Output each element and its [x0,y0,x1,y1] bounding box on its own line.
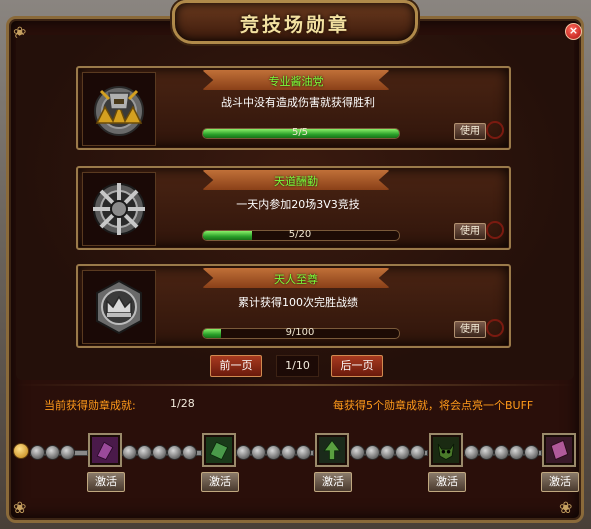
swirl-ornament-icon [486,121,504,139]
close-button[interactable]: × [565,23,582,40]
green-arrow-icon [319,437,345,463]
medal-name: 专业酱油党 [268,75,324,88]
chain-link-icon [380,445,395,460]
buff-reward-slot[interactable] [202,433,236,467]
chain-link-icon [410,445,425,460]
medal-description: 一天内参加20场3V3竞技 [236,198,360,211]
medal-name: 天道酬勤 [274,175,318,188]
chain-link-icon [60,445,75,460]
chain-link-icon [45,445,60,460]
prev-page-button[interactable]: 前一页 [210,355,262,377]
medal-card: 天人至尊 累计获得100次完胜战绩 9/100 使用 [76,264,511,348]
corner-ornament-icon: ❀ [559,498,573,517]
crown-medal-icon [96,279,142,335]
medal-name-ribbon: 天道酬勤 [202,170,390,190]
chain-link-icon [30,445,45,460]
pink-card-icon [546,437,572,463]
medal-card: 专业酱油党 战斗中没有造成伤害就获得胜利 5/5 使用 [76,66,511,150]
medal-description: 战斗中没有造成伤害就获得胜利 [221,96,375,109]
medal-card: 天道酬勤 一天内参加20场3V3竞技 5/20 使用 [76,166,511,250]
medal-image-box [82,72,156,146]
progress-text: 5/5 [291,127,309,138]
page-indicator: 1/10 [276,355,319,377]
buff-reward-slot[interactable] [429,433,463,467]
activate-button[interactable]: 激活 [87,472,125,492]
medal-name-ribbon: 专业酱油党 [202,70,390,90]
chain-link-icon [251,445,266,460]
title-plate: 竞技场勋章 [172,0,418,44]
achievement-count: 1/28 [170,397,195,410]
activate-button[interactable]: 激活 [541,472,579,492]
purple-scroll-icon [92,437,118,463]
window-title: 竞技场勋章 [239,14,350,36]
chain-start-gem-icon [13,443,29,459]
chain-link-icon [236,445,251,460]
swirl-ornament-icon [486,221,504,239]
chain-link-icon [509,445,524,460]
demon-face-icon [433,437,459,463]
progress-text: 9/100 [285,327,315,338]
chain-link-icon [182,445,197,460]
chain-link-icon [296,445,311,460]
activate-button[interactable]: 激活 [201,472,239,492]
chain-link-icon [464,445,479,460]
progress-text: 5/20 [288,229,312,240]
medal-description: 累计获得100次完胜战绩 [238,296,358,309]
activate-button[interactable]: 激活 [314,472,352,492]
buff-reward-slot[interactable] [88,433,122,467]
chain-link-icon [281,445,296,460]
corner-ornament-icon: ❀ [13,498,27,517]
buff-hint: 每获得5个勋章成就，将会点亮一个BUFF [333,399,534,412]
helmet-medal-icon [94,86,144,136]
chain-link-icon [395,445,410,460]
medal-name: 天人至尊 [274,273,318,286]
medal-name-ribbon: 天人至尊 [202,268,390,288]
chain-link-icon [479,445,494,460]
wheel-medal-icon [93,183,145,235]
achievement-label: 当前获得勋章成就: [44,399,136,412]
arena-medal-window: ❀ ❀ ❀ 竞技场勋章 × 专业酱油党 战斗中没有造成伤害就获得胜利 5/5 使… [0,0,591,529]
chain-link-icon [167,445,182,460]
chain-link-icon [365,445,380,460]
chain-link-icon [494,445,509,460]
chain-link-icon [524,445,539,460]
chain-link-icon [137,445,152,460]
next-page-button[interactable]: 后一页 [331,355,383,377]
buff-reward-slot[interactable] [315,433,349,467]
divider [16,384,574,386]
buff-reward-slot[interactable] [542,433,576,467]
chain-link-icon [266,445,281,460]
use-button[interactable]: 使用 [454,123,486,140]
use-button[interactable]: 使用 [454,223,486,240]
activate-button[interactable]: 激活 [428,472,466,492]
chain-link-icon [122,445,137,460]
medal-image-box [82,270,156,344]
green-scroll-icon [206,437,232,463]
medal-image-box [82,172,156,246]
chain-link-icon [350,445,365,460]
swirl-ornament-icon [486,319,504,337]
chain-link-icon [152,445,167,460]
use-button[interactable]: 使用 [454,321,486,338]
